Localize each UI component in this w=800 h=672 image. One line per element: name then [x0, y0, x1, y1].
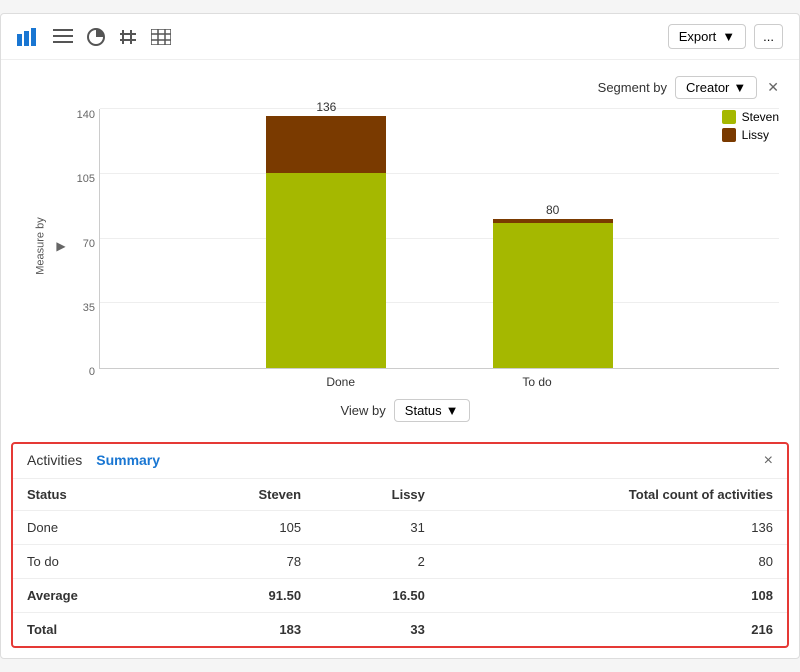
- bar-done-value: 136: [316, 100, 336, 114]
- x-label-todo: To do: [522, 375, 551, 389]
- col-header-total: Total count of activities: [439, 479, 787, 511]
- bar-done-stack: [266, 116, 386, 368]
- bar-chart-icon[interactable]: [17, 28, 39, 46]
- table-header-row: Status Steven Lissy Total count of activ…: [13, 479, 787, 511]
- bar-done-steven: [266, 173, 386, 368]
- row-total-status: Total: [13, 613, 172, 647]
- y-tick-35: 35: [71, 302, 95, 314]
- toolbar-icons: [17, 28, 171, 46]
- measure-by-label-wrapper: Measure by: [31, 109, 51, 382]
- table-row: To do 78 2 80: [13, 545, 787, 579]
- y-tick-0: 0: [71, 366, 95, 378]
- chart-plot: 136 80: [99, 109, 779, 369]
- segment-close-button[interactable]: ✕: [767, 79, 779, 96]
- bar-todo: 80: [493, 203, 613, 368]
- bar-done-lissy: [266, 116, 386, 173]
- more-button[interactable]: ...: [754, 24, 783, 49]
- view-by-controls: View by Status ▼: [31, 399, 779, 422]
- col-header-lissy: Lissy: [315, 479, 439, 511]
- bar-todo-value: 80: [546, 203, 559, 217]
- table-icon[interactable]: [151, 29, 171, 45]
- row-done-total: 136: [439, 511, 787, 545]
- row-avg-lissy: 16.50: [315, 579, 439, 613]
- x-labels: Done To do: [99, 375, 779, 389]
- export-button[interactable]: Export ▼: [668, 24, 746, 49]
- measure-by-label: Measure by: [35, 217, 47, 274]
- y-tick-105: 105: [71, 173, 95, 185]
- row-todo-lissy: 2: [315, 545, 439, 579]
- list-icon[interactable]: [53, 29, 73, 45]
- pie-chart-icon[interactable]: [87, 28, 105, 46]
- view-by-button[interactable]: Status ▼: [394, 399, 470, 422]
- segment-by-label: Segment by: [598, 80, 667, 95]
- bar-todo-steven: [493, 223, 613, 368]
- tabs-left: Activities Summary: [27, 452, 160, 470]
- row-todo-total: 80: [439, 545, 787, 579]
- y-tick-70: 70: [71, 238, 95, 250]
- bar-done: 136: [266, 100, 386, 368]
- chart-section: Segment by Creator ▼ ✕ Steven Lissy: [1, 60, 799, 432]
- toolbar: Export ▼ ...: [1, 14, 799, 60]
- row-todo-status: To do: [13, 545, 172, 579]
- tab-summary[interactable]: Summary: [96, 452, 160, 470]
- bar-todo-stack: [493, 219, 613, 368]
- view-by-label: View by: [340, 403, 385, 418]
- row-avg-total: 108: [439, 579, 787, 613]
- row-avg-steven: 91.50: [172, 579, 315, 613]
- row-total-total: 216: [439, 613, 787, 647]
- table-row: Done 105 31 136: [13, 511, 787, 545]
- table-row-total: Total 183 33 216: [13, 613, 787, 647]
- chart-container: Measure by ▶ 0 35 70 105 140: [31, 109, 779, 422]
- row-done-steven: 105: [172, 511, 315, 545]
- col-header-status: Status: [13, 479, 172, 511]
- row-avg-status: Average: [13, 579, 172, 613]
- tab-activities[interactable]: Activities: [27, 452, 82, 470]
- y-tick-140: 140: [71, 109, 95, 121]
- row-done-status: Done: [13, 511, 172, 545]
- summary-panel: Activities Summary × Status Steven Lissy…: [11, 442, 789, 648]
- table-row-average: Average 91.50 16.50 108: [13, 579, 787, 613]
- segment-creator-button[interactable]: Creator ▼: [675, 76, 757, 99]
- segment-controls: Segment by Creator ▼ ✕ Steven Lissy: [21, 76, 779, 99]
- summary-table: Status Steven Lissy Total count of activ…: [13, 479, 787, 646]
- row-total-steven: 183: [172, 613, 315, 647]
- toolbar-right: Export ▼ ...: [668, 24, 783, 49]
- row-done-lissy: 31: [315, 511, 439, 545]
- col-header-steven: Steven: [172, 479, 315, 511]
- row-todo-steven: 78: [172, 545, 315, 579]
- summary-tabs: Activities Summary ×: [13, 444, 787, 479]
- panel-close-button[interactable]: ×: [764, 452, 773, 470]
- hash-icon[interactable]: [119, 28, 137, 46]
- y-axis-ticks: 0 35 70 105 140: [71, 109, 95, 382]
- collapse-arrow-icon[interactable]: ▶: [56, 239, 65, 253]
- collapse-arrow-wrapper: ▶: [51, 109, 71, 382]
- bars-row: 136 80: [100, 109, 779, 368]
- row-total-lissy: 33: [315, 613, 439, 647]
- x-label-done: Done: [326, 375, 355, 389]
